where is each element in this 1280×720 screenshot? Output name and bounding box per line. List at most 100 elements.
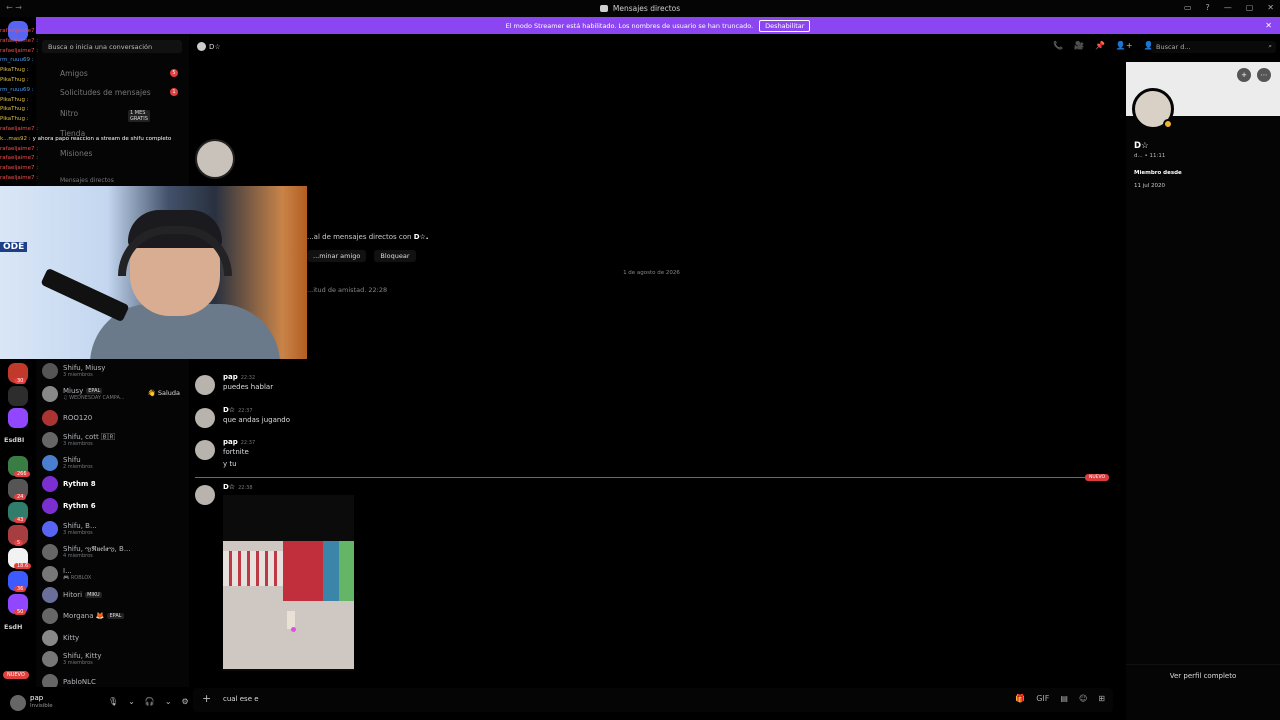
window-control-2[interactable]: — [1224, 3, 1232, 12]
stream-chat-user: k...mas92 : [0, 135, 31, 142]
dm-name: Shifu, cott 🄱🅁 [63, 433, 116, 441]
add-friend-icon[interactable]: 👤+ [1116, 41, 1133, 50]
server-icon[interactable] [8, 386, 28, 406]
chat-search-input[interactable]: Buscar d... ⌕ [1151, 41, 1276, 53]
dm-row[interactable]: Shifu, B... 3 miembros [42, 518, 188, 540]
author-name[interactable]: D☆ [223, 483, 235, 491]
add-attachment-icon[interactable]: + [202, 692, 211, 705]
dm-row[interactable]: Kitty [42, 627, 188, 649]
status-icon [1163, 119, 1173, 129]
member-since-date: 11 jul 2020 [1134, 183, 1166, 189]
dm-row[interactable]: Shifu, Miusy 3 miembros [42, 360, 188, 382]
add-friend-icon[interactable]: + [1237, 68, 1251, 82]
pin-icon[interactable]: 📌 [1095, 41, 1105, 50]
block-button[interactable]: Bloquear [374, 250, 416, 262]
message-input[interactable]: cual ese e [223, 695, 259, 703]
nuevo-badge: NUEVO [3, 671, 29, 679]
close-icon[interactable]: ✕ [1265, 21, 1272, 30]
sticker-icon[interactable]: ▤ [1060, 694, 1068, 703]
dm-subtitle: ♫ WEDNESDAY CAMPA... [63, 395, 125, 401]
stream-chat-text: y ahora papo reaccion a stream de shifu … [32, 135, 172, 142]
window-control-0[interactable]: ▭ [1184, 3, 1192, 12]
welcome-buttons: ...minar amigo Bloquear [307, 250, 416, 262]
avatar[interactable] [195, 408, 215, 428]
dm-name: Rythm 8 [63, 480, 96, 488]
video-call-icon[interactable]: 🎥 [1074, 41, 1084, 50]
wall-sign: ODE [0, 242, 28, 252]
server-icon[interactable] [8, 408, 28, 428]
message-time: 22:38 [238, 485, 253, 491]
gif-icon[interactable]: GIF [1036, 694, 1049, 703]
microphone-icon[interactable]: 🎙 [108, 697, 118, 706]
window-control-4[interactable]: ✕ [1267, 3, 1274, 12]
dm-row[interactable]: Rythm 8 [42, 473, 188, 495]
message-author[interactable]: pap 22:37 [223, 438, 255, 446]
title-bar: ← → Mensajes directos ▭? — ▢ ✕ [0, 0, 1280, 17]
video-attachment[interactable] [223, 495, 354, 671]
window-controls: ▭? — ▢ ✕ [1184, 3, 1274, 12]
message-author[interactable]: D☆ 22:37 [223, 406, 253, 414]
stream-chat-line: k...mas92 :y ahora papo reaccion a strea… [0, 136, 171, 143]
stream-chat-user: PikaThug : [0, 106, 29, 113]
gift-icon[interactable]: 🎁 [1015, 694, 1025, 703]
chevron-down-icon[interactable]: ⌄ [165, 697, 172, 706]
server-label[interactable]: EsdH [4, 623, 22, 631]
avatar [42, 521, 58, 537]
nav-arrows[interactable]: ← → [6, 3, 22, 12]
dm-row[interactable]: Shifu, Kitty 3 miembros [42, 648, 188, 670]
server-badge: 50 [14, 609, 27, 615]
dm-row[interactable]: Rythm 6 [42, 495, 188, 517]
banner-text: El modo Streamer está habilitado. Los no… [505, 21, 754, 30]
headphones-icon[interactable]: 🎧 [145, 697, 155, 706]
dm-row[interactable]: I... 🎮 ROBLOX [42, 563, 188, 585]
avatar [42, 363, 58, 379]
window-title: Mensajes directos [612, 4, 681, 13]
stream-chat-user: PikaThug : [0, 67, 29, 74]
discord-icon [599, 5, 608, 12]
author-name[interactable]: D☆ [223, 406, 235, 414]
server-label[interactable]: EsdBI [4, 436, 24, 444]
profile-avatar[interactable] [1132, 88, 1174, 130]
dm-row[interactable]: Miusy EPAL ♫ WEDNESDAY CAMPA... 👋 Saluda [42, 383, 188, 405]
dm-row[interactable]: Shifu 2 miembros [42, 452, 188, 474]
profile-avatar-overlay [195, 139, 235, 179]
dm-name: Kitty [63, 634, 80, 642]
window-control-3[interactable]: ▢ [1246, 3, 1254, 12]
message-author[interactable]: D☆ 22:38 [223, 483, 253, 491]
avatar [42, 386, 58, 402]
dm-row[interactable]: Shifu, ఌ𝕽𝖚𝖊𝖑𝖆ఌ, B... 4 miembros [42, 541, 188, 563]
remove-friend-button[interactable]: ...minar amigo [307, 250, 367, 262]
server-badge: 18.6 [14, 563, 32, 569]
message-composer[interactable]: + cual ese e 🎁 GIF ▤ ☺ ⊞ [193, 688, 1113, 712]
stream-chat-user: rafaeljaime7 : [0, 165, 39, 172]
author-name[interactable]: pap [223, 438, 238, 446]
dm-row[interactable]: Shifu, cott 🄱🅁 3 miembros [42, 429, 188, 451]
emoji-icon[interactable]: ☺ [1079, 694, 1087, 703]
dm-row[interactable]: Morgana 🦊 EPAL [42, 605, 188, 627]
window-control-1[interactable]: ? [1205, 3, 1209, 12]
message-author[interactable]: pap 22:32 [223, 373, 255, 381]
stream-chat-line: rafaeljaime7 : [0, 38, 38, 45]
chat-message: D☆ 22:37 que andas jugando [195, 406, 1095, 436]
gear-icon[interactable]: ⚙ [182, 697, 189, 706]
view-full-profile-button[interactable]: Ver perfil completo [1126, 664, 1280, 686]
avatar[interactable] [195, 375, 215, 395]
disable-streamer-button[interactable]: Deshabilitar [759, 19, 811, 32]
apps-icon[interactable]: ⊞ [1098, 694, 1105, 703]
voice-controls: 🎙 ⌄ 🎧 ⌄ ⚙ [108, 697, 189, 706]
avatar[interactable] [195, 440, 215, 460]
chevron-down-icon[interactable]: ⌄ [128, 697, 135, 706]
dm-name: Miusy [63, 387, 84, 395]
call-icon[interactable]: 📞 [1053, 41, 1063, 50]
more-icon[interactable]: ⋯ [1257, 68, 1271, 82]
dm-row[interactable]: ROO120 [42, 407, 188, 429]
dm-row[interactable]: Hitori MIKU [42, 584, 188, 606]
stream-chat-user: PikaThug : [0, 96, 29, 103]
wave-button[interactable]: 👋 Saluda [148, 389, 180, 397]
avatar[interactable] [195, 485, 215, 505]
author-name[interactable]: pap [223, 373, 238, 381]
avatar [42, 432, 58, 448]
dm-tag: MIKU [85, 592, 102, 598]
avatar[interactable] [10, 695, 26, 711]
avatar [42, 566, 58, 582]
